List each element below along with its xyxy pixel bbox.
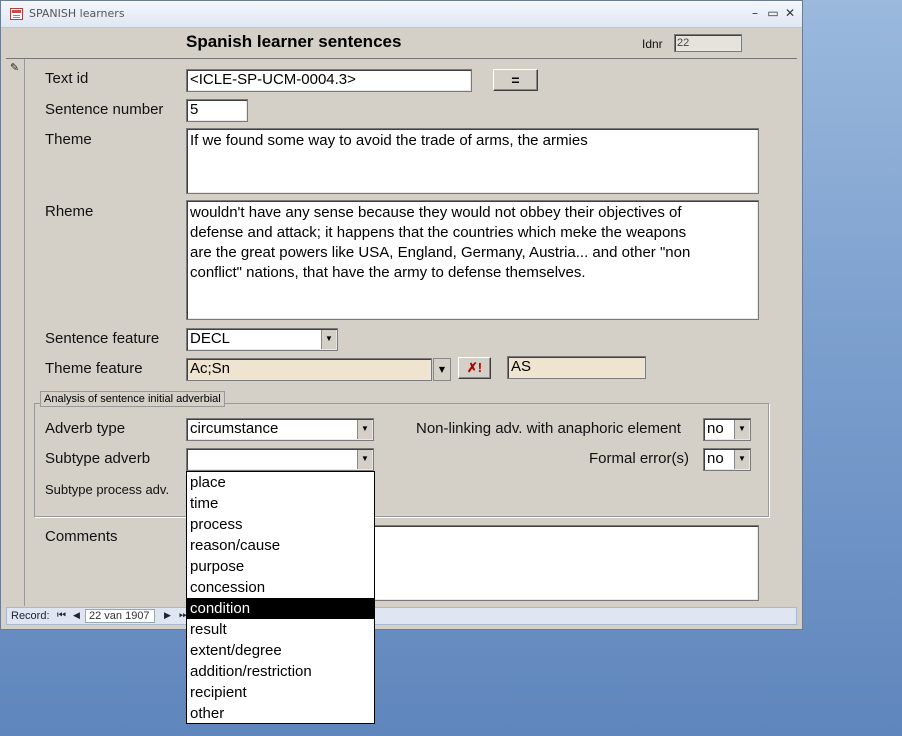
adverb-type-combo[interactable]: circumstance ▼ xyxy=(186,418,374,441)
chevron-down-icon[interactable]: ▼ xyxy=(321,330,336,349)
sentence-feature-combo[interactable]: DECL ▼ xyxy=(186,328,338,351)
idnr-field[interactable]: 22 xyxy=(674,34,742,52)
sentence-feature-label: Sentence feature xyxy=(45,330,160,347)
chevron-down-icon[interactable]: ▼ xyxy=(734,420,749,439)
text-id-field[interactable]: <ICLE-SP-UCM-0004.3> xyxy=(186,69,472,92)
theme-feature-code-field[interactable]: AS xyxy=(507,356,646,379)
form-icon xyxy=(10,8,23,20)
sentence-number-field[interactable]: 5 xyxy=(186,99,248,122)
adverb-type-value: circumstance xyxy=(190,420,279,437)
clear-theme-feature-button[interactable]: ✗! xyxy=(458,357,491,379)
subtype-adverb-combo[interactable]: ▼ xyxy=(186,448,374,471)
theme-field[interactable]: If we found some way to avoid the trade … xyxy=(186,128,759,194)
subtype-process-label: Subtype process adv. xyxy=(45,482,170,497)
header-divider xyxy=(6,58,797,59)
minimize-button[interactable]: – xyxy=(747,5,763,21)
theme-label: Theme xyxy=(45,131,92,148)
window-title: SPANISH learners xyxy=(29,7,125,20)
dropdown-option[interactable]: addition/restriction xyxy=(187,661,374,682)
chevron-down-icon[interactable]: ▼ xyxy=(734,450,749,469)
rheme-line: defense and attack; it happens that the … xyxy=(190,224,687,241)
record-selector[interactable]: ✎ xyxy=(6,59,25,606)
maximize-button[interactable]: ▭ xyxy=(765,5,781,21)
dropdown-option-selected[interactable]: condition xyxy=(187,598,374,619)
theme-feature-label: Theme feature xyxy=(45,360,143,377)
text-id-label: Text id xyxy=(45,70,89,87)
first-record-icon[interactable]: ⏮ xyxy=(57,610,66,621)
dropdown-option[interactable]: result xyxy=(187,619,374,640)
dropdown-option[interactable]: reason/cause xyxy=(187,535,374,556)
sentence-number-label: Sentence number xyxy=(45,101,164,118)
idnr-label: Idnr xyxy=(642,37,663,51)
equals-button[interactable]: = xyxy=(493,69,538,91)
non-linking-combo[interactable]: no ▼ xyxy=(703,418,751,441)
dropdown-option[interactable]: place xyxy=(187,472,374,493)
sentence-feature-value: DECL xyxy=(190,330,231,347)
subtype-adverb-dropdown-list[interactable]: place time process reason/cause purpose … xyxy=(186,471,375,724)
adverb-type-label: Adverb type xyxy=(45,420,126,437)
access-form-window: SPANISH learners – ▭ ✕ Spanish learner s… xyxy=(0,0,803,630)
chevron-down-icon[interactable]: ▼ xyxy=(357,420,372,439)
subtype-adverb-label: Subtype adverb xyxy=(45,450,151,467)
formal-error-label: Formal error(s) xyxy=(589,450,689,467)
chevron-down-icon[interactable]: ▼ xyxy=(433,358,451,381)
next-record-icon[interactable]: ▶ xyxy=(164,610,171,621)
previous-record-icon[interactable]: ◀ xyxy=(73,610,80,621)
form-body: Spanish learner sentences Idnr 22 ✎ Text… xyxy=(6,28,797,606)
non-linking-value: no xyxy=(707,420,724,437)
comments-label: Comments xyxy=(45,528,118,545)
record-number-field[interactable]: 22 van 1907 xyxy=(85,609,155,623)
dropdown-option[interactable]: recipient xyxy=(187,682,374,703)
pencil-icon: ✎ xyxy=(10,61,20,74)
theme-feature-combo[interactable]: Ac;Sn xyxy=(186,358,432,381)
dropdown-option[interactable]: extent/degree xyxy=(187,640,374,661)
rheme-line: are the great powers like USA, England, … xyxy=(190,244,691,261)
rheme-line: conflict" nations, that have the army to… xyxy=(190,264,586,281)
formal-error-value: no xyxy=(707,450,724,467)
formal-error-combo[interactable]: no ▼ xyxy=(703,448,751,471)
close-button[interactable]: ✕ xyxy=(782,5,798,21)
title-bar[interactable]: SPANISH learners – ▭ ✕ xyxy=(1,1,802,28)
non-linking-label: Non-linking adv. with anaphoric element xyxy=(416,420,681,437)
rheme-line: wouldn't have any sense because they wou… xyxy=(190,204,682,221)
dropdown-option[interactable]: concession xyxy=(187,577,374,598)
dropdown-option[interactable]: process xyxy=(187,514,374,535)
form-title: Spanish learner sentences xyxy=(186,32,402,51)
group-caption: Analysis of sentence initial adverbial xyxy=(40,391,225,407)
record-label: Record: xyxy=(11,610,50,622)
dropdown-option[interactable]: time xyxy=(187,493,374,514)
rheme-label: Rheme xyxy=(45,203,94,220)
rheme-field[interactable]: wouldn't have any sense because they wou… xyxy=(186,200,759,320)
dropdown-option[interactable]: purpose xyxy=(187,556,374,577)
chevron-down-icon[interactable]: ▼ xyxy=(357,450,372,469)
dropdown-option[interactable]: other xyxy=(187,703,374,724)
record-navigation-bar: Record: ⏮ ◀ 22 van 1907 ▶ ⏭ xyxy=(6,607,797,625)
